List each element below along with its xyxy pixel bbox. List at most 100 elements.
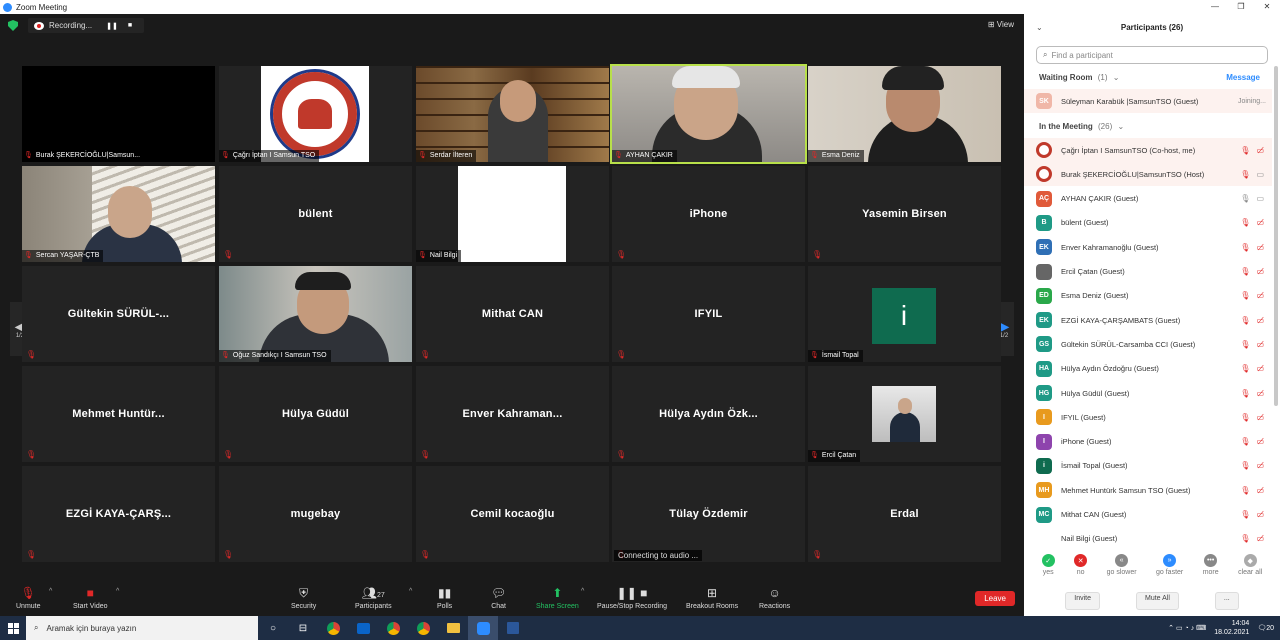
- participant-tile[interactable]: Mithat CAN 🎙︎: [416, 266, 609, 362]
- chat-button[interactable]: 💬︎ Chat: [491, 586, 506, 610]
- participant-tile[interactable]: Mehmet Huntür... 🎙︎: [22, 366, 215, 462]
- participant-row[interactable]: HA Hülya Aydın Özdoğru (Guest) 🎙︎ ▭̸: [1024, 357, 1272, 381]
- participant-tile[interactable]: Erdal 🎙︎: [808, 466, 1001, 562]
- participant-tile[interactable]: bülent 🎙︎: [219, 166, 412, 262]
- participant-tile[interactable]: EZGİ KAYA-ÇARŞ... 🎙︎: [22, 466, 215, 562]
- participant-tile[interactable]: Cemil kocaoğlu 🎙︎: [416, 466, 609, 562]
- start-button[interactable]: [0, 616, 26, 640]
- participant-tile[interactable]: 🎙︎ Serdar İlteren: [416, 66, 609, 162]
- participant-row[interactable]: Çağrı İptan I SamsunTSO (Co-host, me) 🎙︎ ▭…: [1024, 138, 1272, 162]
- mute-all-button[interactable]: Mute All: [1135, 592, 1179, 610]
- waiting-participant-row[interactable]: SK Süleyman Karabük |SamsunTSO (Guest) Joi…: [1024, 89, 1272, 113]
- message-button[interactable]: Message: [1226, 73, 1260, 82]
- outlook-icon[interactable]: [348, 616, 378, 640]
- invite-button[interactable]: Invite: [1065, 592, 1100, 610]
- breakout-rooms-button[interactable]: ⊞ Breakout Rooms: [686, 586, 738, 610]
- participant-tile[interactable]: Enver Kahraman... 🎙︎: [416, 366, 609, 462]
- polls-label: Polls: [437, 603, 453, 610]
- taskbar-search-input[interactable]: ⌕ Aramak için buraya yazın: [26, 616, 258, 640]
- widgets-icon[interactable]: ⊟: [288, 616, 318, 640]
- panel-scrollbar[interactable]: [1274, 66, 1278, 406]
- participant-tile[interactable]: mugebay 🎙︎: [219, 466, 412, 562]
- participant-row[interactable]: Burak ŞEKERCİOĞLU|SamsunTSO (Host) 🎙︎ ▭: [1024, 162, 1272, 187]
- participant-row[interactable]: EK Enver Kahramanoğlu (Guest) 🎙︎ ▭̸: [1024, 235, 1272, 259]
- participant-row[interactable]: MH Mehmet Huntürk Samsun TSO (Guest) 🎙︎ ▭̸: [1024, 478, 1272, 502]
- participant-row[interactable]: IiPhone (Guest) 🎙︎ ▭̸: [1024, 430, 1272, 454]
- participant-tile[interactable]: 🎙︎ Burak ŞEKERCİOĞLU|Samsun...: [22, 66, 215, 162]
- participant-tile[interactable]: Gültekin SÜRÜL-... 🎙︎: [22, 266, 215, 362]
- participant-row[interactable]: Nail Bilgi (Guest) 🎙︎ ▭̸: [1024, 527, 1272, 551]
- unmute-button[interactable]: 🎙︎ Unmute: [16, 586, 41, 610]
- mic-muted-icon: 🎙︎: [810, 352, 819, 359]
- minimize-button[interactable]: —: [1202, 0, 1228, 14]
- participant-row[interactable]: AÇ AYHAN ÇAKIR (Guest) 🎙︎ ▭: [1024, 187, 1272, 211]
- feedback-no-button[interactable]: ✕ no: [1074, 554, 1088, 588]
- participant-tile[interactable]: Tülay Özdemir🎙︎Connecting to audio ...: [612, 466, 805, 562]
- video-off-icon: ■: [86, 586, 94, 600]
- stop-recording-button[interactable]: ■: [128, 22, 132, 29]
- pause-recording-button[interactable]: ❚❚: [106, 22, 118, 30]
- participant-row[interactable]: GS Gültekin SÜRÜL-Carsamba CCI (Guest) 🎙︎ ▭…: [1024, 332, 1272, 356]
- participant-row[interactable]: EK EZGİ KAYA-ÇARŞAMBATS (Guest) 🎙︎ ▭̸: [1024, 308, 1272, 332]
- close-button[interactable]: ✕: [1254, 0, 1280, 14]
- participant-tile[interactable]: 🎙︎ AYHAN ÇAKIR: [610, 64, 807, 164]
- waiting-room-header[interactable]: Waiting Room (1) ⌄: [1039, 73, 1119, 82]
- video-options-caret-icon[interactable]: ^: [116, 588, 119, 595]
- participant-tile[interactable]: 🎙︎ Ercil Çatan: [808, 366, 1001, 462]
- reactions-button[interactable]: ☺ Reactions: [759, 586, 790, 610]
- participant-tile[interactable]: iPhone 🎙︎: [612, 166, 805, 262]
- security-shield-icon[interactable]: [8, 20, 18, 31]
- notification-icon[interactable]: 🗨︎20: [1257, 624, 1274, 632]
- tray-icons[interactable]: ⌃ ▭ ◔ ♪ ⌨: [1168, 624, 1206, 632]
- participant-tile[interactable]: 🎙︎ Esma Deniz: [808, 66, 1001, 162]
- participant-tile[interactable]: Hülya Güdül 🎙︎: [219, 366, 412, 462]
- panel-more-button[interactable]: ...: [1214, 592, 1239, 610]
- in-meeting-header[interactable]: In the Meeting (26) ⌄: [1039, 122, 1124, 131]
- file-explorer-icon[interactable]: [438, 616, 468, 640]
- participant-row[interactable]: Bbülent (Guest) 🎙︎ ▭̸: [1024, 211, 1272, 235]
- participant-tile[interactable]: i 🎙︎ İsmail Topal: [808, 266, 1001, 362]
- participant-row[interactable]: HG Hülya Güdül (Guest) 🎙︎ ▭̸: [1024, 381, 1272, 405]
- chrome-3-icon[interactable]: [408, 616, 438, 640]
- participant-search-input[interactable]: ⌕ Find a participant: [1036, 46, 1268, 64]
- security-button[interactable]: ⛨ Security: [291, 586, 316, 610]
- view-button[interactable]: ⊞ View: [988, 20, 1014, 29]
- participant-tile[interactable]: Hülya Aydın Özk... 🎙︎: [612, 366, 805, 462]
- participant-tile[interactable]: 🎙︎ Sercan YAŞAR-ÇTB: [22, 166, 215, 262]
- task-view-icon[interactable]: ○: [258, 616, 288, 640]
- participant-row[interactable]: I IFYIL (Guest) 🎙︎ ▭̸: [1024, 405, 1272, 429]
- participants-caret-icon[interactable]: ^: [409, 588, 412, 595]
- feedback-go-faster-button[interactable]: » go faster: [1156, 554, 1183, 588]
- chrome-icon[interactable]: [318, 616, 348, 640]
- participant-row[interactable]: ED Esma Deniz (Guest) 🎙︎ ▭̸: [1024, 284, 1272, 308]
- participants-button[interactable]: 👥︎27 Participants: [355, 586, 392, 610]
- participant-tile[interactable]: 🎙︎ Oğuz Sandıkçı I Samsun TSO: [219, 266, 412, 362]
- feedback-clear-all-button[interactable]: ◆ clear all: [1238, 554, 1262, 588]
- participant-tile[interactable]: Yasemin Birsen 🎙︎: [808, 166, 1001, 262]
- clock[interactable]: 14:04 18.02.2021: [1214, 619, 1249, 637]
- feedback-label: go slower: [1106, 569, 1137, 576]
- restore-button[interactable]: ❐: [1228, 0, 1254, 14]
- participant-row[interactable]: MC Mithat CAN (Guest) 🎙︎ ▭̸: [1024, 503, 1272, 527]
- word-icon[interactable]: [498, 616, 528, 640]
- participant-row[interactable]: i İsmail Topal (Guest) 🎙︎ ▭̸: [1024, 454, 1272, 478]
- feedback-go-slower-button[interactable]: « go slower: [1107, 554, 1137, 588]
- share-screen-button[interactable]: ⬆ Share Screen: [536, 586, 579, 610]
- mic-muted-icon: 🎙︎: [1240, 534, 1251, 544]
- feedback-icon: ◆: [1243, 554, 1257, 567]
- participant-row[interactable]: Ercil Çatan (Guest) 🎙︎ ▭̸: [1024, 260, 1272, 284]
- leave-button[interactable]: Leave: [975, 591, 1015, 606]
- polls-button[interactable]: ▮▮ Polls: [437, 586, 452, 610]
- feedback-more-button[interactable]: ••• more: [1203, 554, 1219, 588]
- pause-stop-recording-button[interactable]: ❚❚ ■ Pause/Stop Recording: [597, 586, 667, 610]
- participant-tile[interactable]: IFYIL 🎙︎: [612, 266, 805, 362]
- audio-options-caret-icon[interactable]: ^: [49, 588, 52, 595]
- zoom-taskbar-icon[interactable]: [468, 616, 498, 640]
- share-caret-icon[interactable]: ^: [581, 588, 584, 595]
- collapse-chevron-icon[interactable]: ⌄: [1036, 23, 1043, 32]
- feedback-yes-button[interactable]: ✓ yes: [1041, 554, 1055, 588]
- chrome-2-icon[interactable]: [378, 616, 408, 640]
- start-video-button[interactable]: ■ Start Video: [73, 586, 108, 610]
- participant-tile[interactable]: 🎙︎ Nail Bilgi: [416, 166, 609, 262]
- participant-tile[interactable]: 🎙︎ Çağrı İptan I Samsun TSO: [219, 66, 412, 162]
